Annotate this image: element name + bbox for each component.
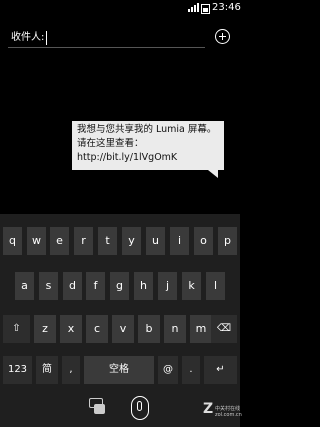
key-v[interactable]: v [112,315,134,343]
input-mode-key[interactable]: 简 [36,356,58,384]
comma-key[interactable]: , [62,356,80,384]
key-n[interactable]: n [164,315,186,343]
key-d[interactable]: d [63,272,82,300]
status-bar: 23:46 [0,0,241,16]
key-x[interactable]: x [60,315,82,343]
key-i[interactable]: i [170,227,189,255]
shift-key[interactable]: ⇧ [3,315,30,343]
text-cursor [46,31,47,45]
watermark: Z 中关村在线 zol.com.cn [203,400,242,424]
key-e[interactable]: e [50,227,69,255]
key-u[interactable]: u [146,227,165,255]
emoji-icon[interactable] [89,398,107,414]
numbers-key[interactable]: 123 [3,356,32,384]
key-z[interactable]: z [34,315,56,343]
period-key[interactable]: . [182,356,200,384]
key-b[interactable]: b [138,315,160,343]
signal-icon [188,3,202,12]
key-a[interactable]: a [15,272,34,300]
at-key[interactable]: @ [158,356,178,384]
key-h[interactable]: h [134,272,153,300]
message-line: 我想与您共享我的 Lumia 屏幕。 [77,124,217,135]
recipient-field[interactable]: 收件人: [0,28,240,48]
message-line: 请在这里查看： [77,138,144,149]
key-c[interactable]: c [86,315,108,343]
key-s[interactable]: s [39,272,58,300]
key-f[interactable]: f [86,272,105,300]
status-time: 23:46 [212,2,241,13]
key-y[interactable]: y [122,227,141,255]
add-recipient-button[interactable] [215,29,230,44]
key-t[interactable]: t [98,227,117,255]
space-key[interactable]: 空格 [84,356,154,384]
key-q[interactable]: q [3,227,22,255]
key-l[interactable]: l [206,272,225,300]
message-link: http://bit.ly/1lVgOmK [77,152,178,163]
key-p[interactable]: p [218,227,237,255]
recipient-label: 收件人: [11,32,45,43]
key-k[interactable]: k [182,272,201,300]
key-w[interactable]: w [27,227,46,255]
key-m[interactable]: m [190,315,212,343]
enter-key[interactable]: ↵ [204,356,237,384]
key-o[interactable]: o [194,227,213,255]
key-j[interactable]: j [158,272,177,300]
message-bubble[interactable]: 我想与您共享我的 Lumia 屏幕。 请在这里查看： http://bit.ly… [72,121,224,170]
key-r[interactable]: r [74,227,93,255]
attach-icon[interactable] [131,396,149,420]
recipient-underline [8,47,205,48]
backspace-key[interactable]: ⌫ [211,315,237,343]
battery-icon [201,4,210,14]
message-bubble-tail [208,170,218,178]
watermark-domain: zol.com.cn [215,412,242,418]
watermark-mark: Z [203,401,214,417]
key-g[interactable]: g [110,272,129,300]
